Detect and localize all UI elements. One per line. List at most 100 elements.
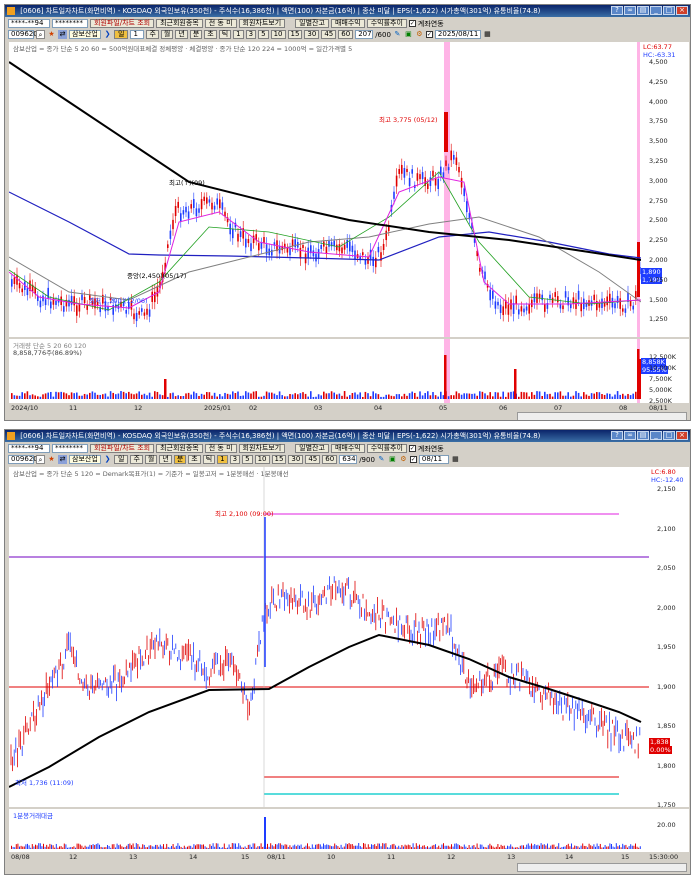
period-week-button[interactable]: 주	[146, 30, 159, 39]
close-button[interactable]: ×	[676, 431, 688, 440]
min-30-button[interactable]: 30	[304, 30, 320, 39]
min-1-button[interactable]: 1	[233, 30, 244, 39]
tool-icon[interactable]: ✎	[377, 455, 386, 464]
nav-button[interactable]: 전 동 미	[204, 19, 237, 28]
volume-bar	[636, 846, 638, 849]
profit-trend-button[interactable]: 수익률추이	[366, 19, 407, 28]
chart-scrollbar[interactable]	[517, 412, 687, 420]
volume-bar	[203, 394, 205, 399]
count-input[interactable]: 207	[355, 30, 374, 39]
period-sec-button[interactable]: 초	[188, 455, 201, 464]
search-icon[interactable]: ⌕	[36, 30, 45, 39]
window-titlebar[interactable]: [0606] 차트일자차트(화면비역) - KOSDAQ 외국인보유(350천)…	[5, 5, 690, 17]
account-link-checkbox[interactable]: ✓	[408, 445, 416, 452]
trade-profit-button[interactable]: 매매수익	[330, 444, 365, 453]
trade-profit-button[interactable]: 매매수익	[330, 19, 365, 28]
min-3-button[interactable]: 3	[245, 30, 257, 39]
close-button[interactable]: ×	[676, 6, 688, 15]
calendar-icon[interactable]: ▦	[483, 30, 492, 39]
date-checkbox[interactable]: ✓	[409, 456, 417, 463]
arrow-icon[interactable]: ⇄	[58, 30, 67, 39]
period-week-button[interactable]: 주	[130, 455, 143, 464]
period-value-input[interactable]: 1	[130, 30, 145, 39]
period-month-button[interactable]: 월	[144, 455, 158, 464]
count-input[interactable]: 634	[339, 455, 358, 464]
star-icon[interactable]: ★	[47, 30, 56, 39]
calendar-icon[interactable]: ▦	[451, 455, 460, 464]
minimize-button[interactable]: _	[650, 6, 662, 15]
search-icon[interactable]: ⌕	[36, 455, 45, 464]
star-icon[interactable]: ★	[47, 455, 56, 464]
window-titlebar[interactable]: [0606] 차트일자차트(화면비역) - KOSDAQ 외국인보유(350천)…	[5, 430, 690, 442]
password-field[interactable]: ********	[52, 19, 88, 28]
recent-stocks-button[interactable]: 최근회원종목	[156, 444, 203, 453]
price-chart-area[interactable]: 삼보산업 = 종가 단순 5 120 = Demark목표가(1) = 기준가 …	[9, 467, 649, 807]
period-tick-button[interactable]: 틱	[218, 30, 232, 39]
min-30-button[interactable]: 30	[288, 455, 304, 464]
recent-stocks-button[interactable]: 최근회원종목	[156, 19, 203, 28]
account-link-checkbox[interactable]: ✓	[408, 20, 416, 27]
date-checkbox[interactable]: ✓	[425, 31, 433, 38]
min-1-button[interactable]: 1	[217, 455, 228, 464]
min-45-button[interactable]: 45	[321, 30, 337, 39]
min-60-button[interactable]: 60	[322, 455, 338, 464]
save-icon[interactable]: ▣	[388, 455, 397, 464]
arrow-icon[interactable]: ⇄	[58, 455, 67, 464]
maximize-button[interactable]: □	[663, 6, 675, 15]
help-icon[interactable]: ?	[611, 431, 623, 440]
link-icon[interactable]: ∞	[624, 431, 636, 440]
period-min-button[interactable]: 분	[173, 455, 187, 464]
chart-query-button[interactable]: 회원파일/차트 조회	[90, 19, 155, 28]
settings-icon[interactable]: ⚙	[415, 30, 424, 39]
period-month-button[interactable]: 월	[160, 30, 174, 39]
chevron-right-icon[interactable]: ❯	[103, 30, 112, 39]
daily-balance-button[interactable]: 일별잔고	[295, 444, 329, 453]
period-year-button[interactable]: 년	[175, 30, 188, 39]
period-day-button[interactable]: 일	[114, 30, 129, 39]
print-icon[interactable]: ▤	[637, 431, 649, 440]
min-5-button[interactable]: 5	[242, 455, 253, 464]
min-15-button[interactable]: 15	[271, 455, 287, 464]
volume-bar	[538, 391, 541, 399]
period-tick-button[interactable]: 틱	[202, 455, 216, 464]
price-chart-area[interactable]: 삼보산업 = 종가 단순 5 20 60 = 500억원대표체결 정체평양 · …	[9, 42, 641, 337]
volume-chart-area[interactable]: 거래량 단순 5 20 60 120 8,858,776주(86.89%)	[9, 339, 641, 403]
chart-view-button[interactable]: 회원차트보기	[238, 444, 286, 453]
account-field[interactable]: ****-**94	[8, 444, 50, 453]
password-field[interactable]: ********	[52, 444, 88, 453]
candle-body	[177, 201, 179, 208]
minimize-button[interactable]: _	[650, 431, 662, 440]
settings-icon[interactable]: ⚙	[399, 455, 408, 464]
date-input[interactable]: 2025/08/11	[434, 30, 481, 39]
min-5-button[interactable]: 5	[258, 30, 269, 39]
period-min-button[interactable]: 분	[189, 30, 203, 39]
chart-view-button[interactable]: 회원차트보기	[238, 19, 286, 28]
period-sec-button[interactable]: 초	[204, 30, 217, 39]
min-10-button[interactable]: 10	[270, 30, 286, 39]
chevron-right-icon[interactable]: ❯	[103, 455, 112, 464]
tool-icon[interactable]: ✎	[393, 30, 402, 39]
min-45-button[interactable]: 45	[305, 455, 321, 464]
save-icon[interactable]: ▣	[404, 30, 413, 39]
stock-code-input[interactable]: 009620	[8, 30, 38, 39]
account-field[interactable]: ****-**94	[8, 19, 50, 28]
min-60-button[interactable]: 60	[338, 30, 354, 39]
min-3-button[interactable]: 3	[229, 455, 241, 464]
nav-button[interactable]: 전 동 미	[204, 444, 237, 453]
date-input[interactable]: 08/11	[418, 455, 449, 464]
daily-balance-button[interactable]: 일별잔고	[295, 19, 329, 28]
stock-code-input[interactable]: 009620	[8, 455, 38, 464]
min-10-button[interactable]: 10	[254, 455, 270, 464]
candle-body	[336, 244, 338, 251]
min-15-button[interactable]: 15	[287, 30, 303, 39]
maximize-button[interactable]: □	[663, 431, 675, 440]
chart-query-button[interactable]: 회원파일/차트 조회	[90, 444, 155, 453]
chart-scrollbar[interactable]	[517, 863, 687, 872]
period-year-button[interactable]: 년	[159, 455, 172, 464]
volume-chart-area[interactable]: 1분봉거래대금	[9, 809, 649, 852]
profit-trend-button[interactable]: 수익률추이	[366, 444, 407, 453]
print-icon[interactable]: ▤	[637, 6, 649, 15]
help-icon[interactable]: ?	[611, 6, 623, 15]
link-icon[interactable]: ∞	[624, 6, 636, 15]
period-day-button[interactable]: 일	[114, 455, 129, 464]
